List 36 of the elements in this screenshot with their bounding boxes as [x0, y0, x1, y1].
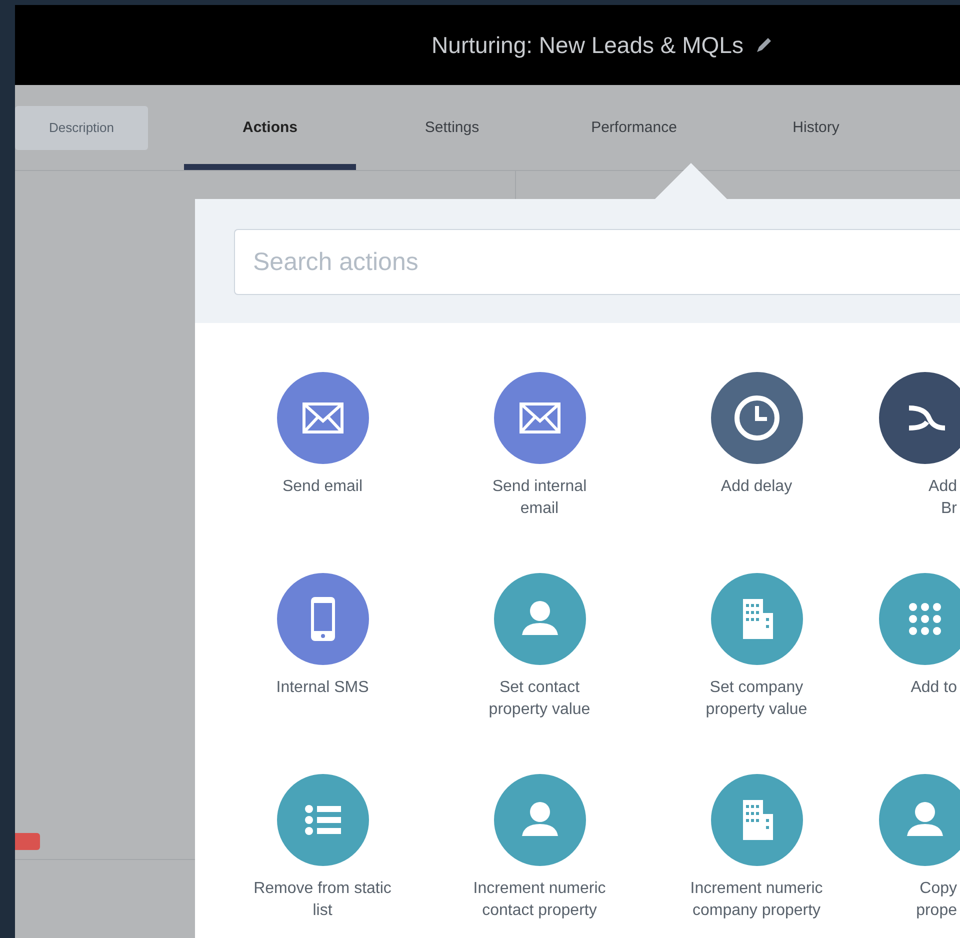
tab[interactable]: Actions: [184, 85, 356, 170]
dots-grid-icon: [909, 603, 941, 635]
tab[interactable]: Performance: [548, 85, 720, 170]
tab[interactable]: History: [730, 85, 902, 170]
pencil-icon[interactable]: [755, 36, 774, 54]
action-label[interactable]: Copy prope: [916, 878, 960, 922]
person-icon: [522, 601, 558, 635]
action-label[interactable]: Remove from static list: [254, 878, 392, 922]
workflow-title: Nurturing: New Leads & MQLs: [432, 32, 744, 58]
action-circle[interactable]: [494, 372, 586, 464]
building-icon: [742, 599, 772, 639]
phone-icon: [310, 597, 334, 641]
envelope-icon: [519, 402, 560, 434]
clock-icon: [734, 396, 779, 440]
envelope-icon: [302, 402, 343, 434]
tag-marker: [15, 833, 40, 850]
action-label[interactable]: Increment numeric company property: [690, 878, 823, 922]
search-field[interactable]: Search actions: [234, 229, 960, 295]
person-icon: [522, 802, 558, 836]
action-label[interactable]: Send internal email: [492, 476, 587, 520]
action-label[interactable]: Add to: [910, 677, 960, 699]
action-label[interactable]: Add delay: [720, 476, 792, 498]
tab[interactable]: Settings: [366, 85, 538, 170]
action-circle[interactable]: [710, 372, 802, 464]
action-label[interactable]: Increment numeric contact property: [473, 878, 606, 922]
tab[interactable]: Description: [15, 106, 148, 150]
action-label[interactable]: Set contact property value: [488, 677, 590, 721]
person-icon: [907, 802, 943, 836]
list-icon: [304, 805, 340, 835]
building-icon: [742, 800, 772, 840]
action-circle[interactable]: [276, 372, 368, 464]
branch-icon: [906, 406, 948, 430]
action-label[interactable]: Send email: [282, 476, 363, 498]
action-label[interactable]: Internal SMS: [276, 677, 369, 699]
action-label[interactable]: Add Br: [928, 476, 960, 520]
action-label[interactable]: Set company property value: [706, 677, 808, 721]
